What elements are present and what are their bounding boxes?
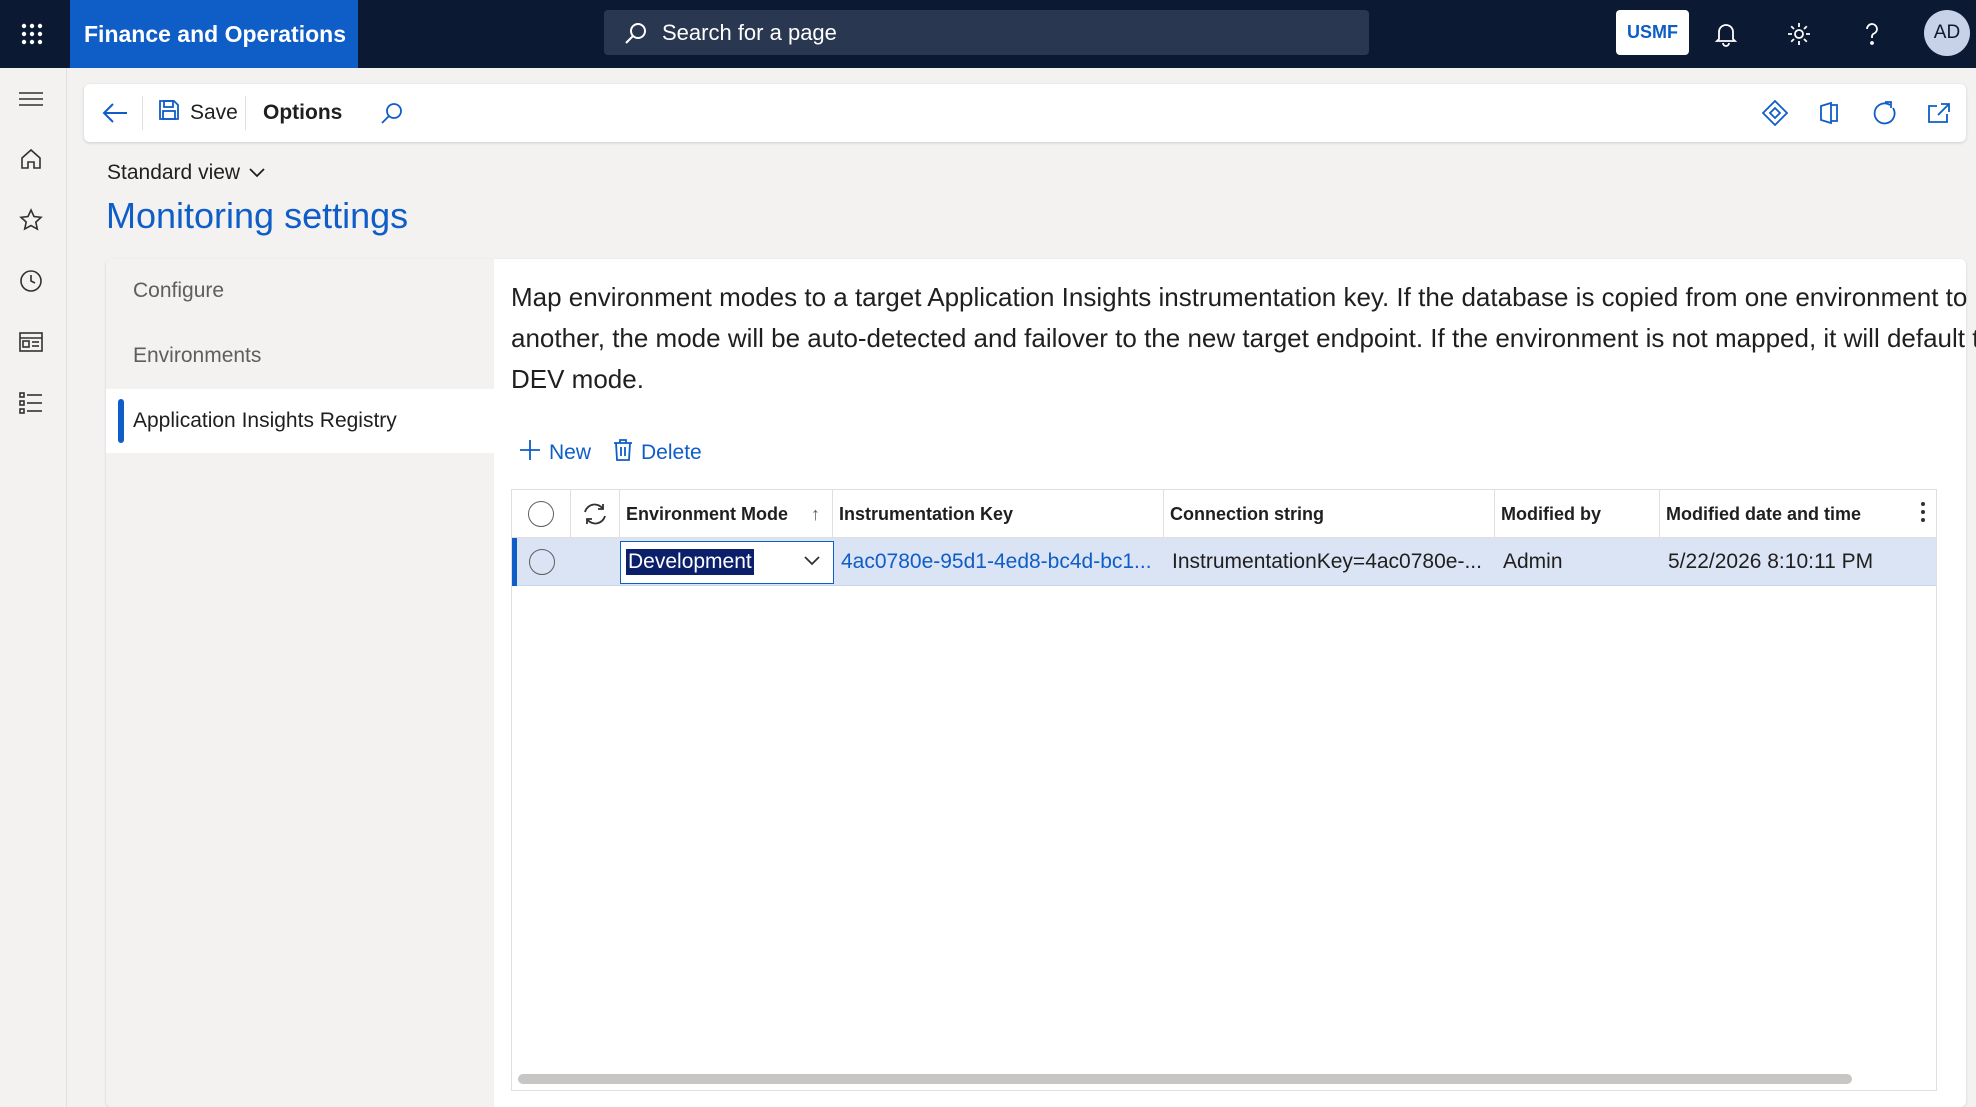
user-avatar[interactable]: AD <box>1924 10 1970 56</box>
refresh-grid-icon[interactable] <box>571 490 619 538</box>
delete-label: Delete <box>641 441 702 464</box>
favorites-star-icon[interactable] <box>14 203 48 237</box>
environment-mode-dropdown[interactable]: Development <box>620 541 834 584</box>
description-text: Map environment modes to a target Applic… <box>511 282 1976 394</box>
app-name[interactable]: Finance and Operations <box>70 0 358 68</box>
modules-list-icon[interactable] <box>14 386 48 420</box>
tab-configure[interactable]: Configure <box>106 259 494 323</box>
column-header-modified-by[interactable]: Modified by <box>1495 490 1660 538</box>
recent-clock-icon[interactable] <box>14 264 48 298</box>
company-selector[interactable]: USMF <box>1616 10 1689 55</box>
vertical-tab-nav: Configure Environments Application Insig… <box>106 259 494 1107</box>
diamond-connect-icon[interactable] <box>1762 84 1788 142</box>
row-select-checkbox[interactable] <box>512 538 571 586</box>
home-icon[interactable] <box>14 142 48 176</box>
save-button[interactable]: Save <box>158 84 238 142</box>
select-all-radio <box>528 501 554 527</box>
search-icon <box>624 21 648 51</box>
action-pane: Save Options <box>84 84 1966 142</box>
office-icon[interactable] <box>1818 84 1840 142</box>
modified-date-cell: 5/22/2026 8:10:11 PM <box>1668 550 1874 573</box>
instrumentation-key-link[interactable]: 4ac0780e-95d1-4ed8-bc4d-bc1... <box>834 538 1164 586</box>
options-tab[interactable]: Options <box>263 84 342 142</box>
modified-by-cell: Admin <box>1503 550 1563 573</box>
search-placeholder: Search for a page <box>662 19 837 45</box>
table-row[interactable]: Development 4ac0780e-95d1-4ed8-bc4d-bc1.… <box>512 538 1936 586</box>
save-label: Save <box>190 101 238 124</box>
column-header-modified-date[interactable]: Modified date and time <box>1660 490 1936 538</box>
app-launcher-icon[interactable] <box>0 0 64 68</box>
select-all-checkbox[interactable] <box>512 490 571 538</box>
back-arrow-icon[interactable] <box>102 84 128 142</box>
delete-button[interactable]: Delete <box>613 437 702 469</box>
column-label: Modified date and time <box>1666 503 1862 524</box>
settings-gear-icon[interactable] <box>1781 16 1817 52</box>
notifications-icon[interactable] <box>1708 16 1744 52</box>
find-search-icon[interactable] <box>380 84 404 142</box>
view-selector-label: Standard view <box>107 161 241 184</box>
plus-icon <box>519 439 541 467</box>
grid-header: Environment Mode ↑ Instrumentation Key C… <box>512 490 1936 538</box>
page-title: Monitoring settings <box>106 195 409 236</box>
environment-mode-value: Development <box>626 549 754 575</box>
save-icon <box>158 99 180 127</box>
view-selector[interactable]: Standard view <box>107 161 266 185</box>
row-radio <box>528 549 555 575</box>
tab-application-insights-registry[interactable]: Application Insights Registry <box>106 389 494 453</box>
registry-grid: Environment Mode ↑ Instrumentation Key C… <box>511 489 1937 1091</box>
open-new-window-icon[interactable] <box>1927 84 1951 142</box>
new-label: New <box>549 441 592 464</box>
navigation-rail <box>0 68 67 1107</box>
divider <box>245 96 246 130</box>
column-label: Environment Mode <box>626 503 789 524</box>
chevron-down-icon <box>248 161 266 185</box>
more-options-icon[interactable] <box>1920 501 1926 528</box>
tab-environments[interactable]: Environments <box>106 324 494 388</box>
chevron-down-icon <box>803 554 821 572</box>
new-button[interactable]: New <box>519 437 591 469</box>
column-header-environment-mode[interactable]: Environment Mode ↑ <box>619 490 833 538</box>
connection-string-cell[interactable]: InstrumentationKey=4ac0780e-... <box>1165 538 1495 586</box>
refresh-icon[interactable] <box>1872 84 1898 142</box>
divider <box>142 96 143 130</box>
help-icon[interactable] <box>1854 16 1890 52</box>
hamburger-menu-icon[interactable] <box>14 82 48 116</box>
trash-icon <box>613 439 633 467</box>
column-header-instrumentation-key[interactable]: Instrumentation Key <box>833 490 1164 538</box>
column-header-connection-string[interactable]: Connection string <box>1164 490 1495 538</box>
top-bar: Finance and Operations Search for a page… <box>0 0 1976 68</box>
search-box[interactable]: Search for a page <box>604 10 1369 55</box>
sort-ascending-icon: ↑ <box>811 503 820 524</box>
workspaces-icon[interactable] <box>14 325 48 359</box>
horizontal-scrollbar[interactable] <box>518 1074 1852 1084</box>
